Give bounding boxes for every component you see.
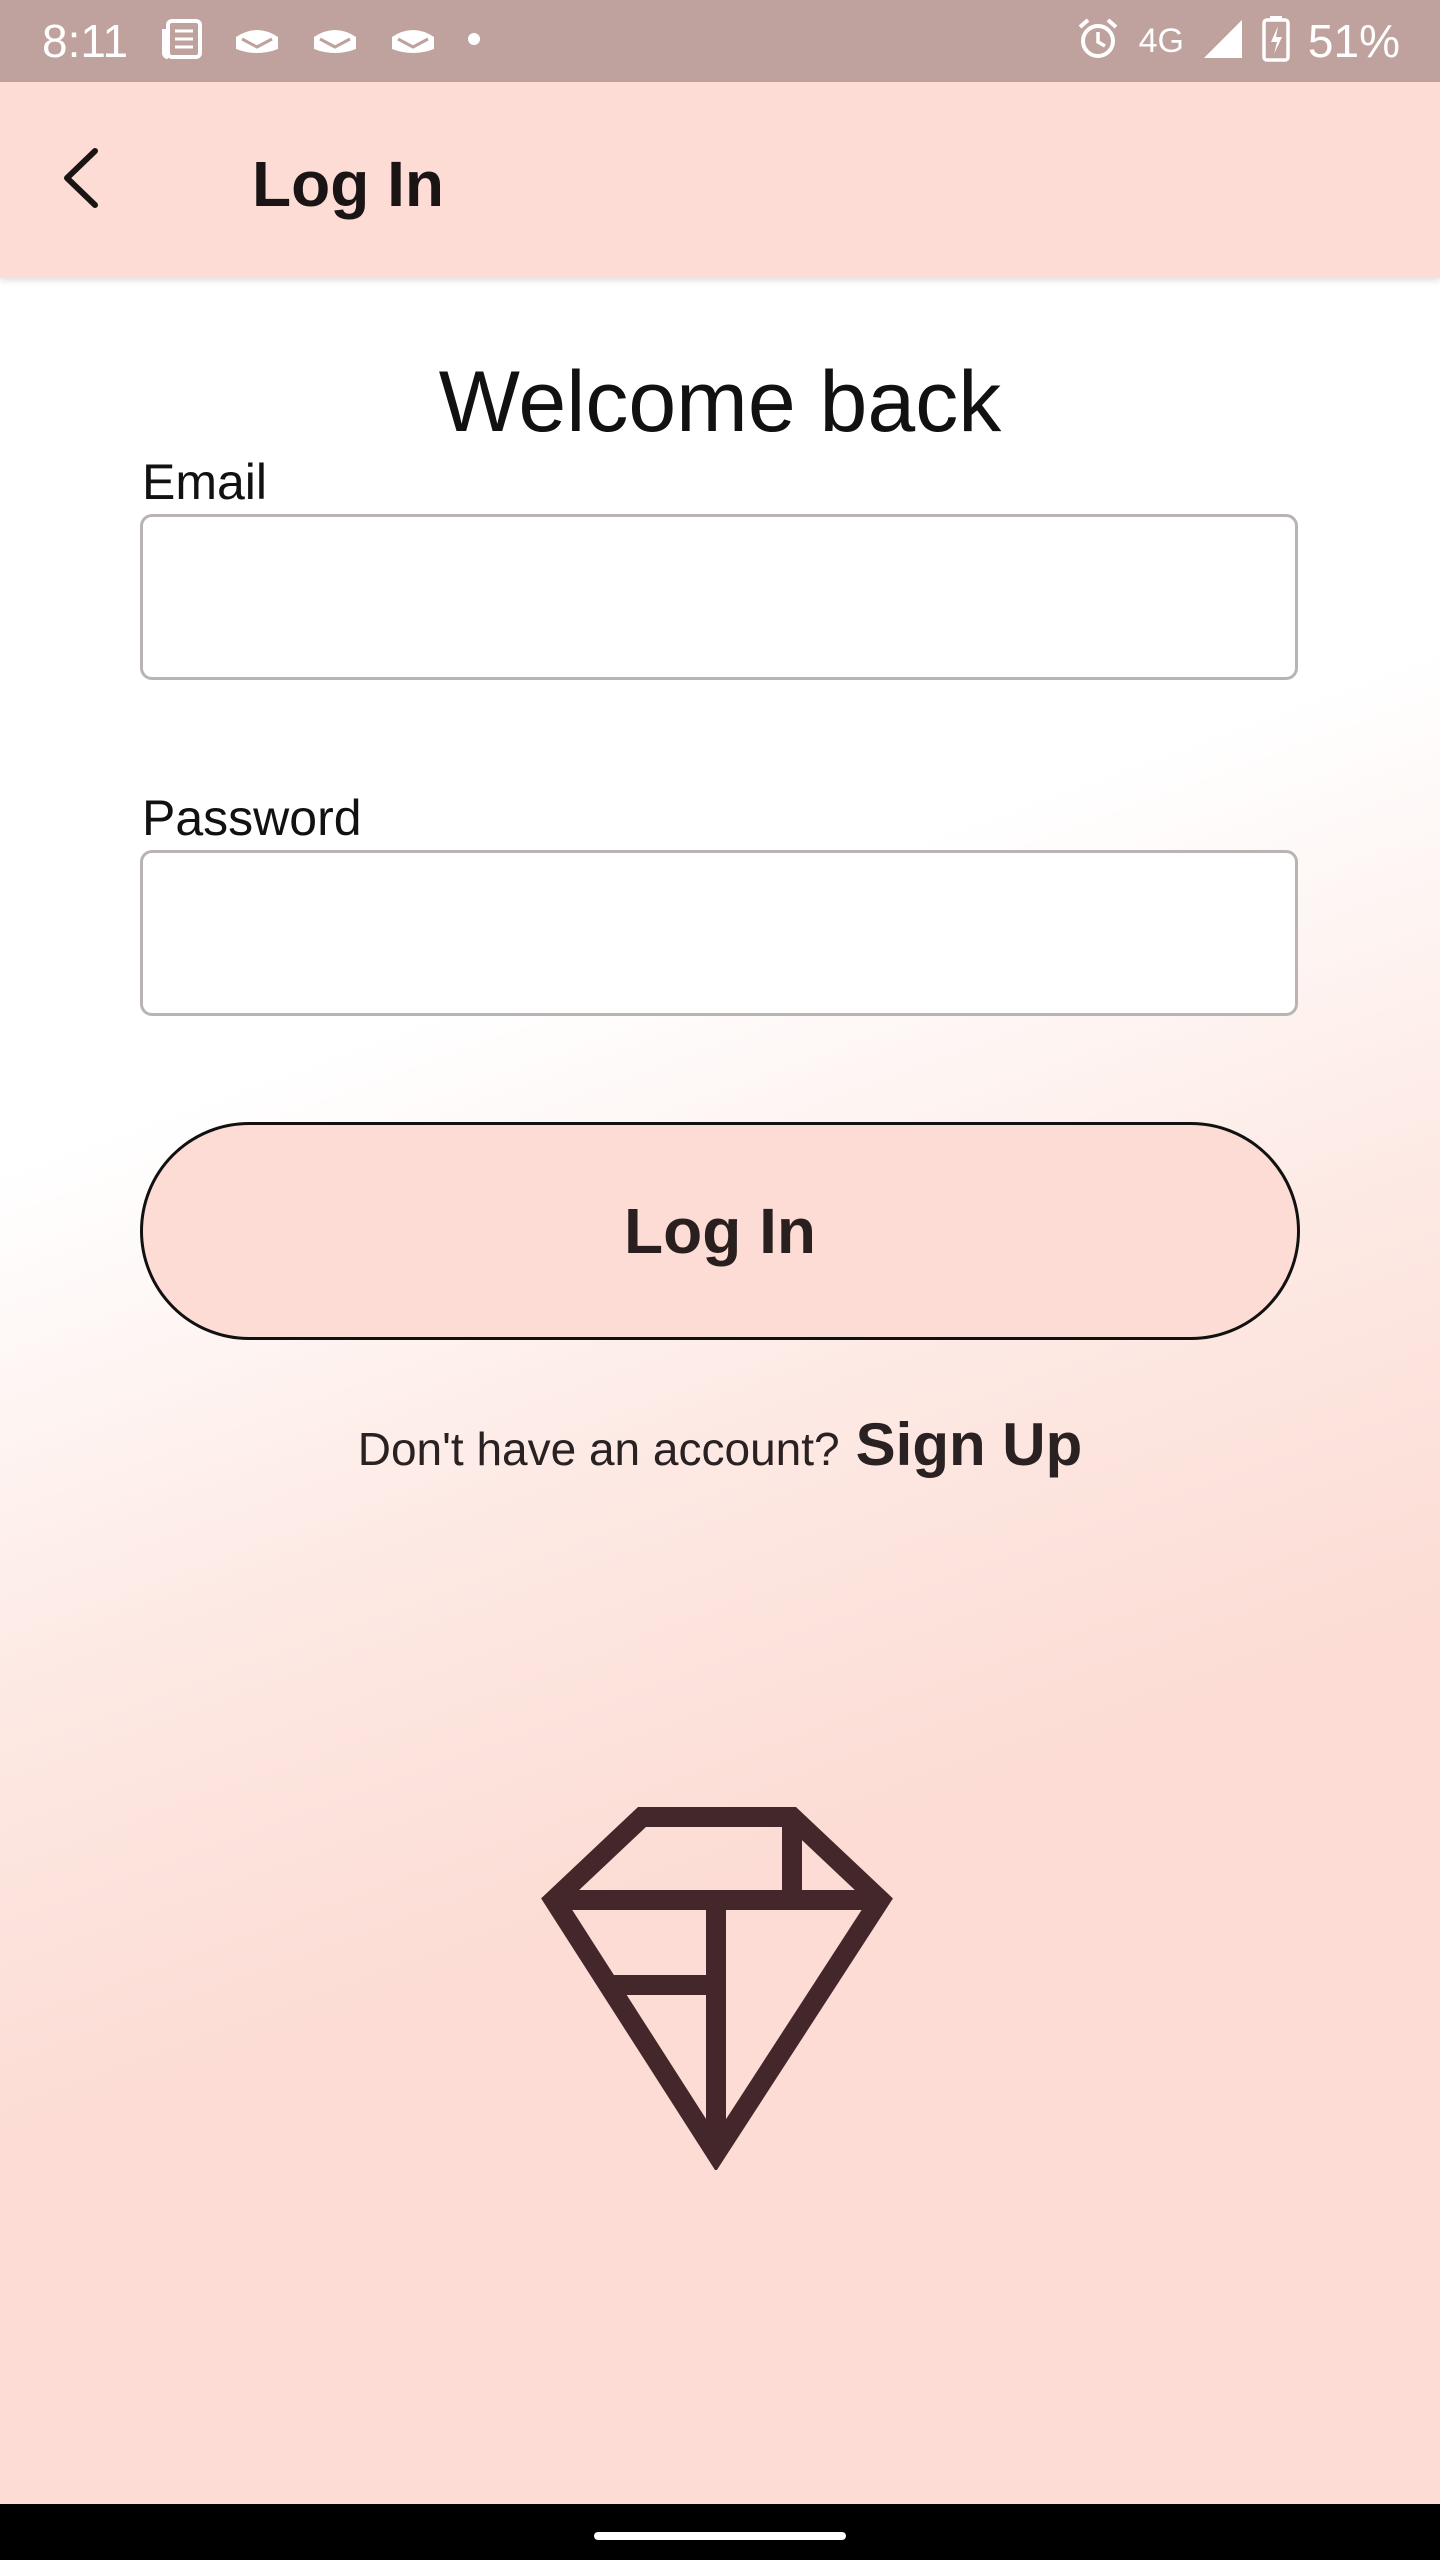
email-label: Email [142, 454, 268, 510]
login-button[interactable]: Log In [140, 1122, 1300, 1340]
app-bar: Log In [0, 82, 1440, 278]
signup-row: Don't have an account? Sign Up [0, 1410, 1440, 1479]
password-label: Password [142, 790, 362, 846]
login-button-label: Log In [624, 1195, 816, 1267]
back-button[interactable] [40, 140, 120, 220]
status-bar: 8:11 4G 51% [0, 0, 1440, 82]
status-time: 8:11 [42, 15, 129, 67]
login-screen: 8:11 4G 51% Log In Welcome back Email Pa… [0, 0, 1440, 2560]
mail-icon [388, 19, 438, 64]
home-gesture-handle[interactable] [594, 2532, 846, 2540]
system-icons: 4G 51% [1075, 14, 1400, 68]
mail-icon [232, 19, 282, 64]
diamond-logo-icon [540, 1805, 894, 2172]
alarm-icon [1075, 16, 1121, 67]
dot-icon [466, 31, 482, 52]
signal-icon [1202, 18, 1244, 65]
mail-icon [310, 19, 360, 64]
email-field[interactable] [140, 514, 1298, 680]
battery-charging-icon [1262, 15, 1290, 67]
page-title: Log In [252, 148, 444, 220]
signup-prompt: Don't have an account? [357, 1423, 840, 1475]
network-type: 4G [1138, 21, 1184, 60]
welcome-heading: Welcome back [438, 354, 1002, 450]
password-field[interactable] [140, 850, 1298, 1016]
signup-link[interactable]: Sign Up [856, 1410, 1083, 1479]
navigation-bar [0, 2504, 1440, 2560]
notification-icons [160, 18, 482, 64]
back-arrow-icon [55, 145, 105, 216]
news-icon [160, 17, 204, 66]
battery-percentage: 51% [1307, 15, 1400, 67]
